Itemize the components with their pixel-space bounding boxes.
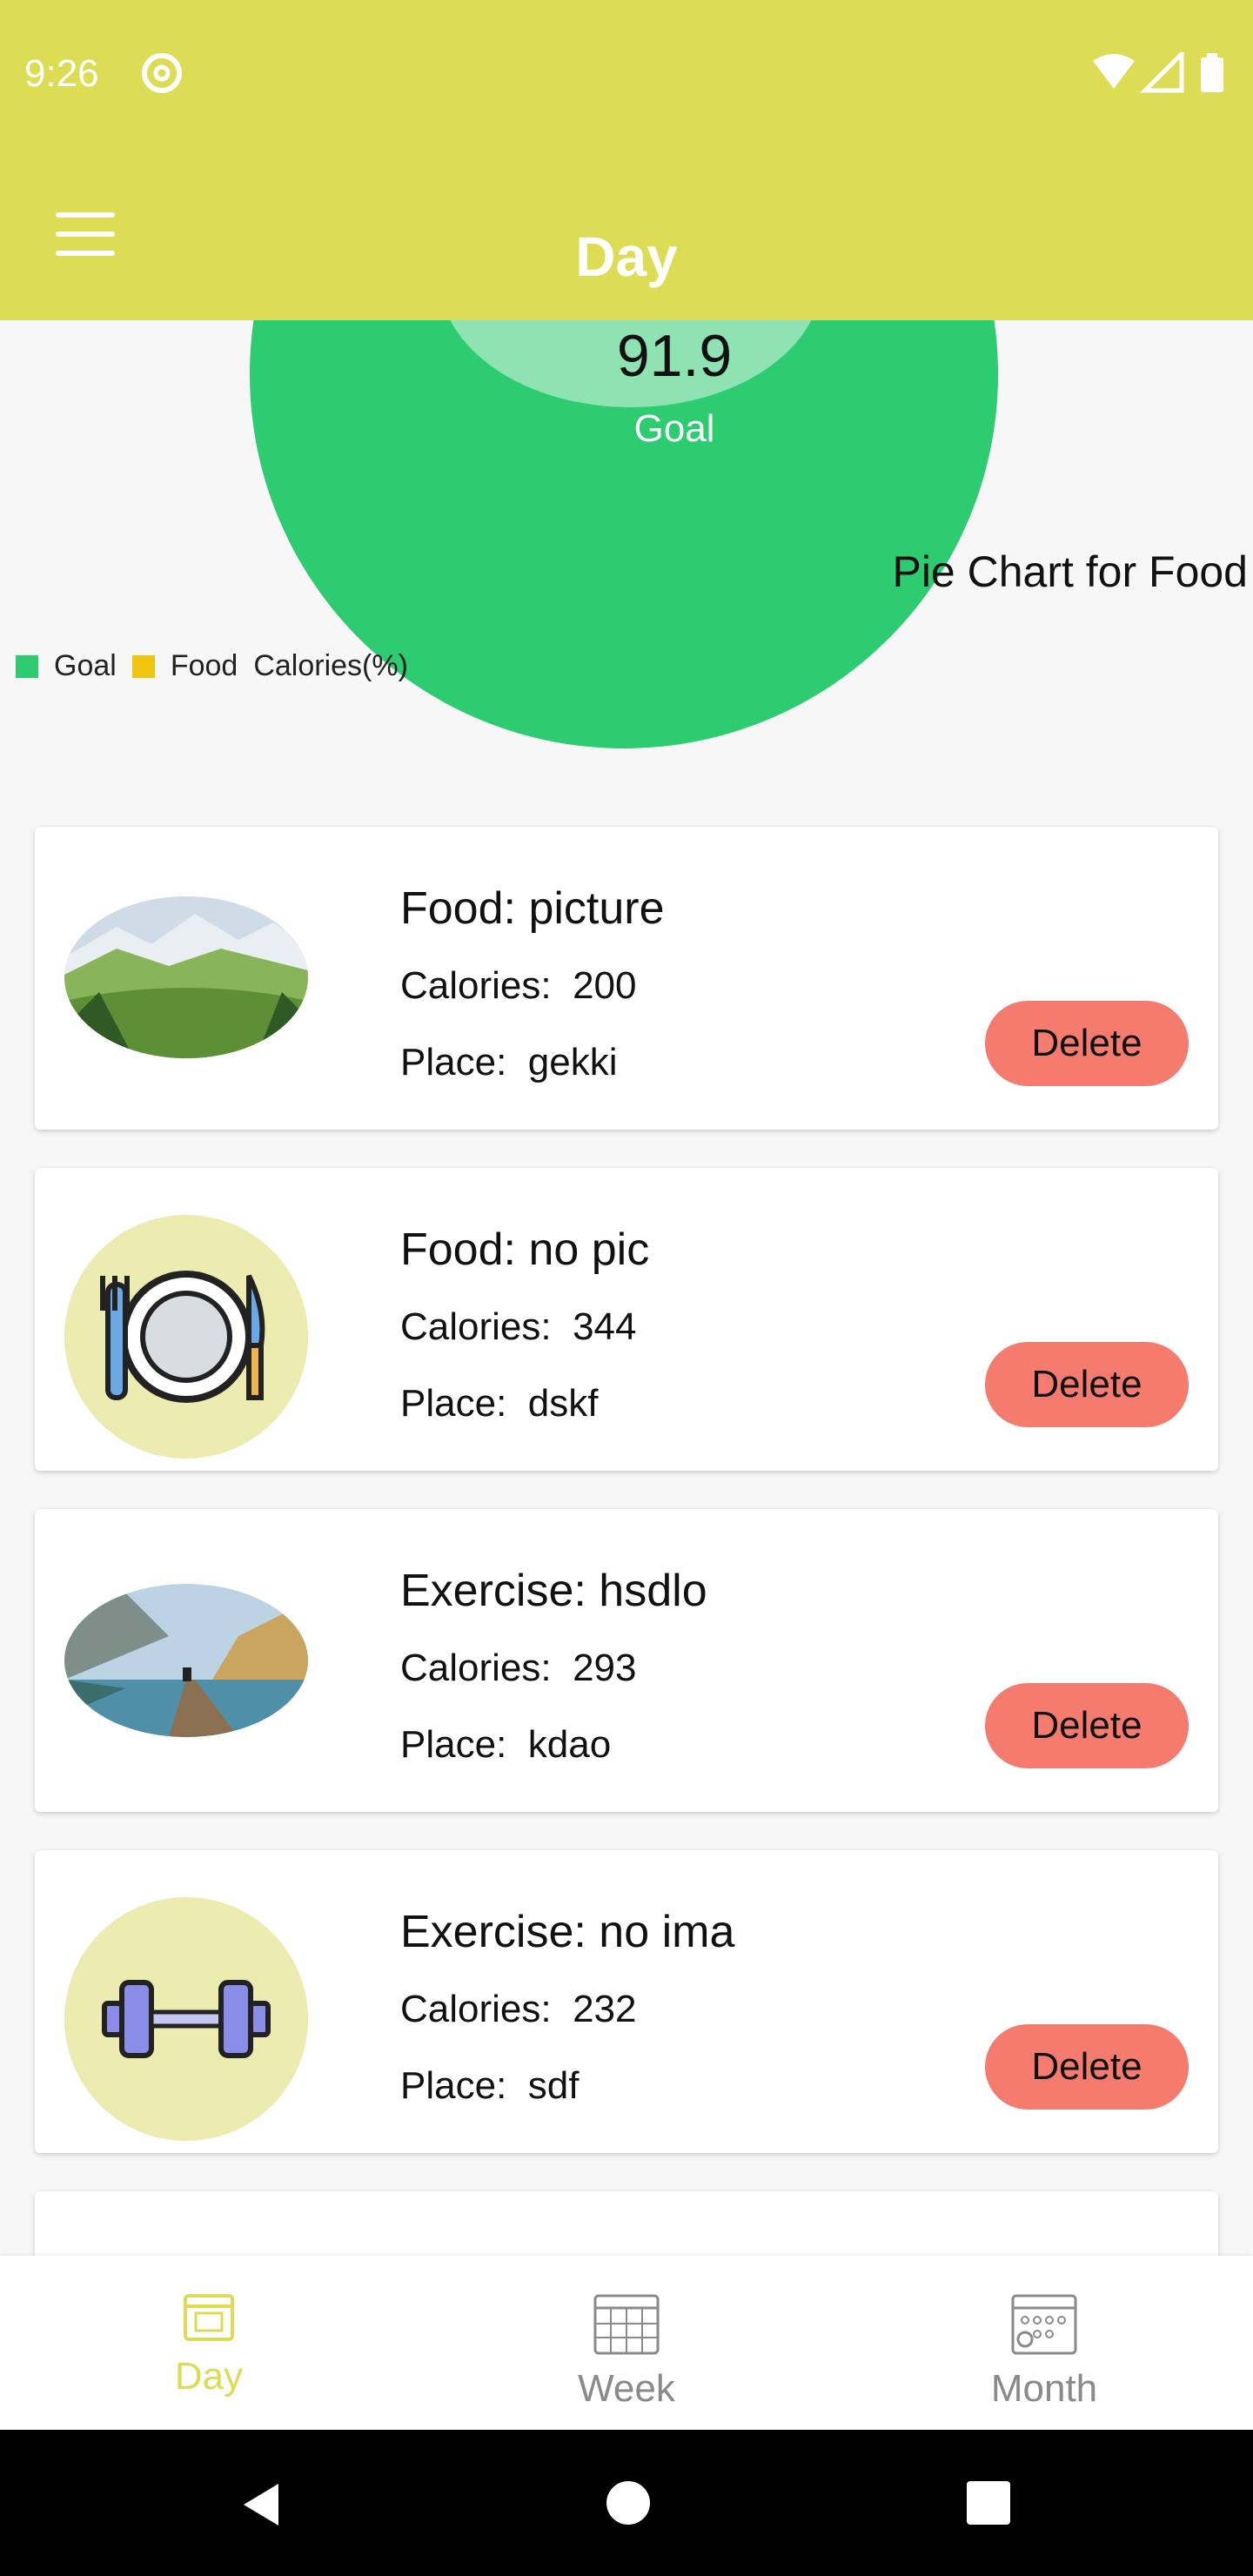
list-item[interactable]: Food: no pic Calories: 344 Place: dskf D… bbox=[35, 1168, 1218, 1471]
legend-label-goal: Goal bbox=[54, 649, 117, 682]
entry-title: Food: no pic bbox=[400, 1224, 650, 1275]
back-icon[interactable] bbox=[235, 2479, 287, 2531]
mountain-meadow-photo bbox=[64, 896, 308, 1058]
tab-week-label: Week bbox=[578, 2367, 675, 2410]
entry-title: Food: picture bbox=[400, 883, 665, 934]
legend-swatch-food bbox=[131, 654, 155, 678]
chart-description: Pie Chart for Food bbox=[892, 547, 1248, 596]
tab-month[interactable]: Month bbox=[914, 2285, 1175, 2411]
signal-icon bbox=[1139, 52, 1184, 93]
entry-calories: Calories: 232 bbox=[400, 1988, 637, 2030]
legend-swatch-goal bbox=[16, 654, 38, 678]
app-bar: Day bbox=[0, 157, 1253, 320]
delete-button[interactable]: Delete bbox=[985, 2024, 1189, 2110]
legend-suffix: Calories(%) bbox=[253, 649, 408, 682]
entry-place: Place: sdf bbox=[400, 2064, 580, 2107]
entry-place: Place: gekki bbox=[400, 1041, 618, 1083]
battery-icon bbox=[1201, 57, 1223, 92]
wifi-icon bbox=[1093, 54, 1135, 89]
delete-button[interactable]: Delete bbox=[985, 1001, 1189, 1086]
entry-calories: Calories: 344 bbox=[400, 1305, 637, 1348]
page-title: Day bbox=[575, 225, 678, 288]
delete-button[interactable]: Delete bbox=[985, 1342, 1189, 1427]
calendar-week-icon bbox=[593, 2294, 660, 2355]
entry-calories: Calories: 200 bbox=[400, 964, 637, 1007]
list-item[interactable]: Exercise: hsdlo Calories: 293 Place: kda… bbox=[35, 1509, 1218, 1812]
system-nav-bar bbox=[0, 2430, 1253, 2576]
tab-day[interactable]: Day bbox=[78, 2285, 339, 2398]
legend-item-goal: Goal bbox=[16, 649, 117, 683]
entry-place: Place: kdao bbox=[400, 1723, 612, 1766]
chart-legend: Goal Food Calories(%) bbox=[16, 649, 408, 683]
entry-title: Exercise: hsdlo bbox=[400, 1566, 707, 1616]
pie-center-label: Goal bbox=[633, 407, 715, 450]
list-item[interactable]: Exercise: no ima Calories: 232 Place: sd… bbox=[35, 1850, 1218, 2153]
status-icons bbox=[1093, 52, 1223, 93]
lake-pier-photo bbox=[64, 1584, 308, 1737]
entry-title: Exercise: no ima bbox=[400, 1907, 735, 1957]
list-item[interactable]: Food: picture Calories: 200 Place: gekki… bbox=[35, 827, 1218, 1130]
list-item[interactable] bbox=[35, 2191, 1218, 2261]
entry-place: Place: dskf bbox=[400, 1382, 599, 1425]
calendar-month-icon bbox=[1011, 2294, 1077, 2355]
entry-calories: Calories: 293 bbox=[400, 1647, 637, 1689]
legend-item-food: Food bbox=[131, 649, 238, 683]
pie-chart: 91.9 Goal Pie Chart for Food Goal Food C… bbox=[0, 320, 1253, 755]
plate-cutlery-icon bbox=[64, 1215, 308, 1459]
legend-label-food: Food bbox=[170, 649, 238, 682]
home-icon[interactable] bbox=[604, 2479, 653, 2527]
calendar-day-icon bbox=[184, 2294, 234, 2341]
status-bar: 9:26 bbox=[0, 0, 1253, 157]
recents-icon[interactable] bbox=[964, 2479, 1013, 2527]
tab-week[interactable]: Week bbox=[496, 2285, 757, 2411]
tab-month-label: Month bbox=[990, 2367, 1098, 2410]
tab-day-label: Day bbox=[174, 2355, 244, 2398]
status-time: 9:26 bbox=[24, 52, 99, 95]
dumbbell-icon bbox=[64, 1897, 308, 2141]
delete-button[interactable]: Delete bbox=[985, 1683, 1189, 1768]
bottom-nav: Day Week Month bbox=[0, 2256, 1253, 2430]
pie-center-value: 91.9 bbox=[616, 323, 733, 389]
at-sign-icon bbox=[142, 53, 182, 93]
